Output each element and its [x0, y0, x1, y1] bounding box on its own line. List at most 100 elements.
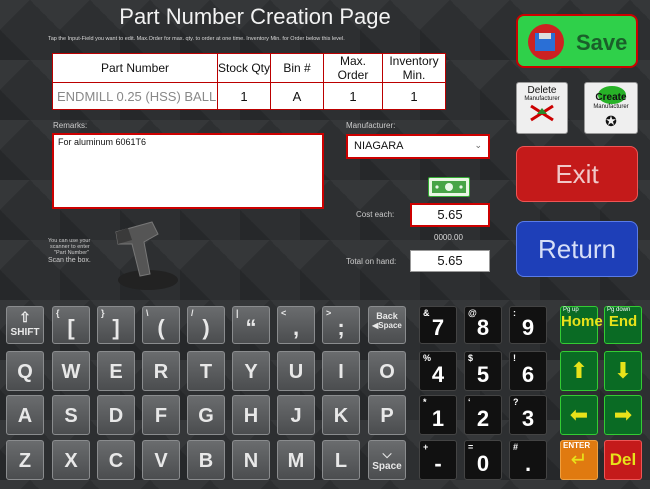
save-label: Save	[576, 30, 628, 55]
create-manufacturer-button[interactable]: Create Manufacturer ✪	[584, 82, 638, 134]
backspace-icon: ◀Space	[372, 321, 402, 330]
manufacturer-label: Manufacturer:	[346, 121, 396, 130]
letter-key[interactable]: C	[97, 440, 135, 480]
letter-key[interactable]: P	[368, 395, 406, 435]
remarks-label: Remarks:	[53, 121, 88, 130]
letter-key[interactable]: Z	[6, 440, 44, 480]
number-key[interactable]: ? 3	[509, 395, 547, 435]
letter-key[interactable]: O	[368, 351, 406, 391]
number-key[interactable]: :9	[509, 306, 547, 344]
cost-subvalue: 0000.00	[434, 233, 463, 242]
letter-key[interactable]: V	[142, 440, 180, 480]
number-key[interactable]: $5	[464, 351, 502, 391]
letter-key[interactable]: Y	[232, 351, 270, 391]
symbol-key[interactable]: / )	[187, 306, 225, 344]
symbol-key[interactable]: \ (	[142, 306, 180, 344]
total-on-hand-value: 5.65	[410, 250, 490, 272]
save-button[interactable]: Save	[516, 14, 638, 68]
max-order-field[interactable]: 1	[323, 82, 383, 110]
symbol-key[interactable]: | “	[232, 306, 270, 344]
arrow-up-icon[interactable]: ⬆	[560, 351, 598, 391]
number-key[interactable]: = 0	[464, 440, 502, 480]
key-main: 2	[476, 406, 490, 431]
number-key[interactable]: ‘2	[464, 395, 502, 435]
letter-key[interactable]: L	[322, 440, 360, 480]
letter-key[interactable]: R	[142, 351, 180, 391]
header-inventory-min: Inventory Min.	[382, 53, 446, 83]
inventory-min-field[interactable]: 1	[382, 82, 446, 110]
remarks-field[interactable]: For aluminum 6061T6	[52, 133, 324, 209]
part-number-field[interactable]: ENDMILL 0.25 (HSS) BALL	[52, 82, 218, 110]
key-main: ]	[112, 315, 120, 340]
number-key[interactable]: % 4	[419, 351, 457, 391]
letter-key[interactable]: E	[97, 351, 135, 391]
barcode-scanner-icon	[108, 214, 188, 294]
letter-key[interactable]: S	[52, 395, 90, 435]
key-main: .	[524, 451, 532, 476]
disk-icon	[528, 24, 564, 60]
symbol-key[interactable]: } ]	[97, 306, 135, 344]
exit-button[interactable]: Exit	[516, 146, 638, 202]
letter-key[interactable]: K	[322, 395, 360, 435]
delete-key[interactable]: Del	[604, 440, 642, 480]
backspace-sub: Space	[378, 321, 402, 330]
key-main: [	[67, 315, 75, 340]
number-key[interactable]: * 1	[419, 395, 457, 435]
shift-key[interactable]: ⇧ SHIFT	[6, 306, 44, 344]
symbol-key[interactable]: > ;	[322, 306, 360, 344]
stock-qty-field[interactable]: 1	[217, 82, 271, 110]
arrow-left-icon[interactable]: ⬅	[560, 395, 598, 435]
letter-key[interactable]: F	[142, 395, 180, 435]
bin-field[interactable]: A	[270, 82, 324, 110]
number-key[interactable]: #.	[509, 440, 547, 480]
key-main: 4	[431, 362, 445, 387]
arrow-down-icon[interactable]: ⬇	[604, 351, 642, 391]
return-button[interactable]: Return	[516, 221, 638, 277]
arrow-right-icon[interactable]: ➡	[604, 395, 642, 435]
backspace-key[interactable]: Back ◀Space	[368, 306, 406, 344]
letter-key[interactable]: B	[187, 440, 225, 480]
shift-label: SHIFT	[10, 327, 40, 338]
chevron-down-icon: ⌄	[474, 140, 482, 150]
letter-key[interactable]: G	[187, 395, 225, 435]
letter-key[interactable]: N	[232, 440, 270, 480]
delete-tree-icon	[530, 104, 554, 122]
scanner-hint-line: Scan the box.	[48, 257, 91, 264]
enter-key[interactable]: ENTER ↵	[560, 440, 598, 480]
space-key[interactable]: ⌵ Space	[368, 440, 406, 480]
number-key[interactable]: @8	[464, 306, 502, 344]
letter-key[interactable]: I	[322, 351, 360, 391]
page-title: Part Number Creation Page	[119, 4, 391, 29]
symbol-key[interactable]: { [	[52, 306, 90, 344]
key-main: -	[434, 451, 442, 476]
letter-key[interactable]: T	[187, 351, 225, 391]
header-max-order: Max. Order	[323, 53, 383, 83]
header-stock-qty: Stock Qty	[217, 53, 271, 83]
letter-key[interactable]: Q	[6, 351, 44, 391]
number-key[interactable]: & 7	[419, 306, 457, 344]
letter-key[interactable]: D	[97, 395, 135, 435]
part-table: Part Number Stock Qty Bin # Max. Order I…	[52, 53, 446, 110]
key-main: )	[202, 315, 210, 340]
letter-key[interactable]: J	[277, 395, 315, 435]
header-bin: Bin #	[270, 53, 324, 83]
manufacturer-select[interactable]: NIAGARA ⌄	[346, 134, 490, 159]
delete-manufacturer-button[interactable]: Delete Manufacturer	[516, 82, 568, 134]
cost-label: Cost each:	[356, 210, 395, 219]
key-main: “	[245, 315, 257, 340]
letter-key[interactable]: M	[277, 440, 315, 480]
letter-key[interactable]: U	[277, 351, 315, 391]
letter-key[interactable]: A	[6, 395, 44, 435]
end-key[interactable]: Pg down End	[604, 306, 642, 344]
cost-field[interactable]: 5.65	[410, 203, 490, 227]
symbol-key[interactable]: < ,	[277, 306, 315, 344]
number-key[interactable]: ! 6	[509, 351, 547, 391]
letter-key[interactable]: H	[232, 395, 270, 435]
space-bar-icon: ⌵	[382, 447, 392, 461]
space-label: Space	[372, 461, 402, 472]
letter-key[interactable]: W	[52, 351, 90, 391]
number-key[interactable]: + -	[419, 440, 457, 480]
home-key[interactable]: Pg up Home	[560, 306, 603, 344]
backspace-label: Back	[376, 311, 398, 321]
letter-key[interactable]: X	[52, 440, 90, 480]
